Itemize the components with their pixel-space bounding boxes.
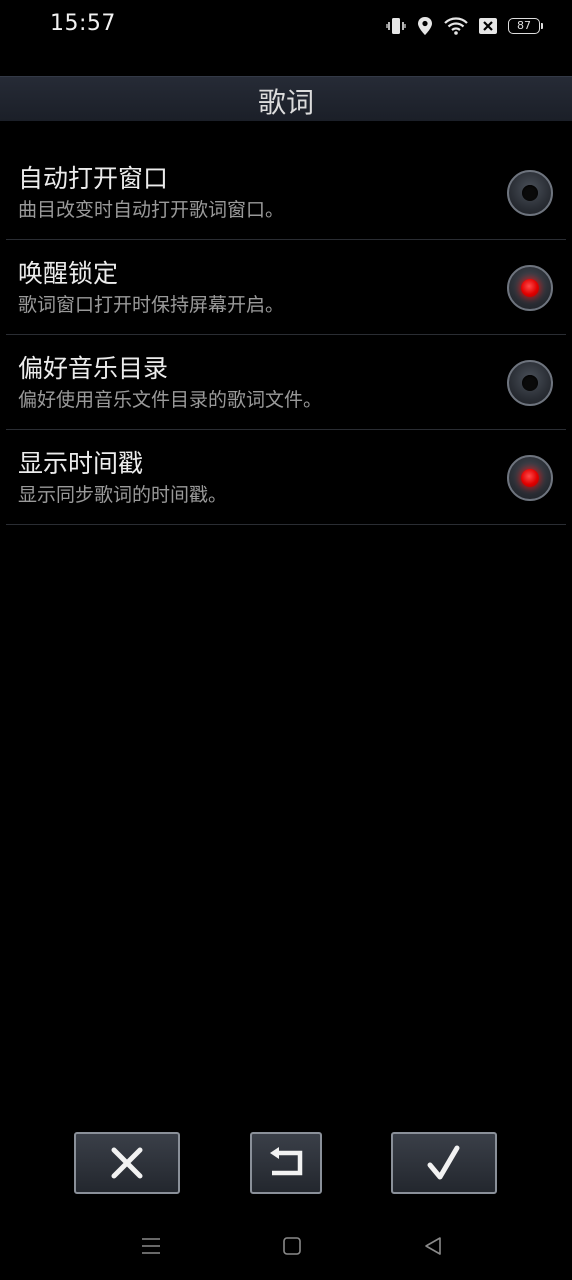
location-icon: [416, 16, 434, 36]
radio-indicator: [522, 185, 538, 201]
menu-icon[interactable]: [139, 1234, 163, 1258]
prefer-music-folder-radio[interactable]: [507, 360, 553, 406]
setting-description: 曲目改变时自动打开歌词窗口。: [18, 199, 285, 221]
setting-title: 显示时间戳: [18, 449, 144, 478]
show-timestamps-radio[interactable]: [507, 455, 553, 501]
status-time: 15:57: [50, 11, 116, 36]
lyrics-settings-screen: 15:57 87 歌词 自动打开窗口 曲目改变时自动打开歌词窗口。 唤醒锁定 歌…: [0, 0, 572, 1280]
status-icons: 87: [386, 14, 543, 38]
radio-indicator: [522, 375, 538, 391]
setting-description: 显示同步歌词的时间戳。: [18, 484, 228, 506]
settings-list: 自动打开窗口 曲目改变时自动打开歌词窗口。 唤醒锁定 歌词窗口打开时保持屏幕开启…: [6, 145, 566, 525]
checkmark-icon: [427, 1145, 460, 1180]
setting-auto-open-window[interactable]: 自动打开窗口 曲目改变时自动打开歌词窗口。: [6, 145, 566, 240]
wifi-icon: [444, 16, 468, 36]
auto-open-window-radio[interactable]: [507, 170, 553, 216]
reset-button[interactable]: [250, 1132, 322, 1194]
page-title: 歌词: [257, 86, 314, 119]
close-icon: [111, 1147, 143, 1179]
setting-prefer-music-folder[interactable]: 偏好音乐目录 偏好使用音乐文件目录的歌词文件。: [6, 335, 566, 430]
radio-indicator: [521, 469, 539, 487]
vibrate-icon: [386, 16, 406, 36]
setting-wake-lock[interactable]: 唤醒锁定 歌词窗口打开时保持屏幕开启。: [6, 240, 566, 335]
wake-lock-radio[interactable]: [507, 265, 553, 311]
battery-level: 87: [517, 19, 531, 32]
radio-indicator: [521, 279, 539, 297]
cancel-button[interactable]: [74, 1132, 180, 1194]
navigation-bar: [0, 1216, 572, 1272]
setting-description: 歌词窗口打开时保持屏幕开启。: [18, 294, 285, 316]
home-icon[interactable]: [280, 1234, 304, 1258]
setting-title: 自动打开窗口: [18, 164, 169, 193]
setting-description: 偏好使用音乐文件目录的歌词文件。: [18, 389, 323, 411]
back-icon[interactable]: [421, 1234, 445, 1258]
undo-icon: [270, 1147, 303, 1176]
status-bar: 15:57 87: [0, 0, 572, 52]
setting-show-timestamps[interactable]: 显示时间戳 显示同步歌词的时间戳。: [6, 430, 566, 525]
title-bar: 歌词: [0, 76, 572, 121]
sim-blocked-icon: [478, 17, 498, 35]
battery-icon: 87: [508, 18, 543, 34]
setting-title: 唤醒锁定: [18, 259, 119, 288]
confirm-button[interactable]: [391, 1132, 497, 1194]
setting-title: 偏好音乐目录: [18, 354, 169, 383]
